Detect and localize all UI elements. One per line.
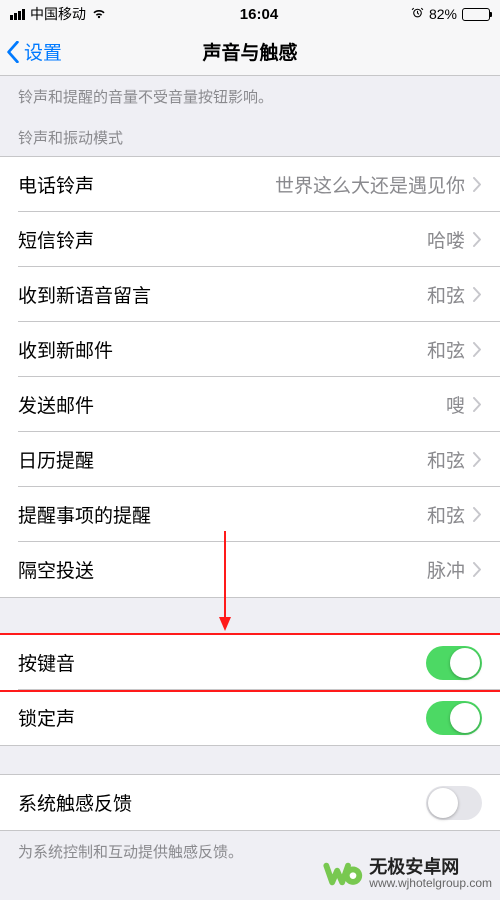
cell-value: 和弦 (427, 446, 465, 473)
cell-value: 和弦 (427, 281, 465, 308)
chevron-right-icon (473, 507, 482, 522)
haptic-toggle-cell: 系统触感反馈 (0, 775, 500, 830)
chevron-right-icon (473, 397, 482, 412)
toggle-knob (428, 788, 458, 818)
watermark-text: 无极安卓网 www.wjhotelgroup.com (369, 858, 492, 891)
cell-value: 哈喽 (427, 226, 465, 253)
spacer (0, 746, 500, 774)
chevron-right-icon (473, 562, 482, 577)
watermark-url: www.wjhotelgroup.com (369, 877, 492, 890)
spacer (0, 598, 500, 634)
cell-value: 嗖 (446, 391, 465, 418)
toggle-switch[interactable] (426, 786, 482, 820)
cell-label: 发送邮件 (18, 391, 94, 418)
toggle-switch[interactable] (426, 646, 482, 680)
battery-percent: 82% (429, 6, 457, 22)
haptic-toggle-group: 系统触感反馈 (0, 774, 500, 831)
cell-label: 收到新语音留言 (18, 281, 151, 308)
watermark: 无极安卓网 www.wjhotelgroup.com (323, 854, 492, 894)
sound-toggle-cell: 按键音 (0, 635, 500, 690)
nav-bar: 设置 声音与触感 (0, 28, 500, 76)
ringtone-cell[interactable]: 电话铃声 世界这么大还是遇见你 (0, 157, 500, 212)
carrier-label: 中国移动 (30, 4, 86, 24)
ringtone-cell[interactable]: 隔空投送 脉冲 (0, 542, 500, 597)
watermark-brand: 无极安卓网 (369, 858, 492, 878)
ringtone-cell[interactable]: 日历提醒 和弦 (0, 432, 500, 487)
toggle-switch[interactable] (426, 701, 482, 735)
status-time: 16:04 (240, 6, 278, 23)
signal-icon (10, 9, 25, 20)
volume-description: 铃声和提醒的音量不受音量按钮影响。 (0, 76, 500, 113)
chevron-right-icon (473, 177, 482, 192)
chevron-right-icon (473, 232, 482, 247)
cell-label: 隔空投送 (18, 556, 94, 583)
ringtone-cell[interactable]: 收到新邮件 和弦 (0, 322, 500, 377)
cell-value: 和弦 (427, 501, 465, 528)
cell-label: 按键音 (18, 649, 75, 676)
back-label: 设置 (24, 38, 62, 65)
chevron-right-icon (473, 452, 482, 467)
toggle-knob (450, 648, 480, 678)
sounds-toggle-group: 按键音锁定声 (0, 634, 500, 746)
battery-icon (462, 8, 490, 21)
content-scroll[interactable]: 铃声和提醒的音量不受音量按钮影响。 铃声和振动模式 电话铃声 世界这么大还是遇见你… (0, 76, 500, 900)
chevron-left-icon (6, 41, 20, 63)
chevron-right-icon (473, 342, 482, 357)
sound-toggle-cell: 锁定声 (0, 690, 500, 745)
cell-label: 提醒事项的提醒 (18, 501, 151, 528)
cell-value: 脉冲 (427, 556, 465, 583)
cell-label: 收到新邮件 (18, 336, 113, 363)
status-bar: 中国移动 16:04 82% (0, 0, 500, 28)
back-button[interactable]: 设置 (6, 28, 62, 75)
status-left: 中国移动 (10, 4, 107, 24)
ringtone-cell[interactable]: 短信铃声 哈喽 (0, 212, 500, 267)
status-right: 82% (411, 6, 490, 22)
toggle-knob (450, 703, 480, 733)
cell-label: 日历提醒 (18, 446, 94, 473)
watermark-logo-icon (323, 854, 363, 894)
chevron-right-icon (473, 287, 482, 302)
cell-label: 锁定声 (18, 704, 75, 731)
ringtone-cell[interactable]: 提醒事项的提醒 和弦 (0, 487, 500, 542)
cell-label: 系统触感反馈 (18, 789, 132, 816)
wifi-icon (91, 6, 107, 22)
page-title: 声音与触感 (202, 38, 297, 65)
cell-label: 短信铃声 (18, 226, 94, 253)
ringtone-cell[interactable]: 发送邮件 嗖 (0, 377, 500, 432)
ringtone-cell-group: 电话铃声世界这么大还是遇见你短信铃声哈喽收到新语音留言和弦收到新邮件和弦发送邮件… (0, 156, 500, 598)
cell-value: 世界这么大还是遇见你 (275, 171, 465, 198)
ringtone-section-header: 铃声和振动模式 (0, 113, 500, 156)
cell-label: 电话铃声 (18, 171, 94, 198)
ringtone-cell[interactable]: 收到新语音留言 和弦 (0, 267, 500, 322)
alarm-icon (411, 6, 424, 22)
cell-value: 和弦 (427, 336, 465, 363)
